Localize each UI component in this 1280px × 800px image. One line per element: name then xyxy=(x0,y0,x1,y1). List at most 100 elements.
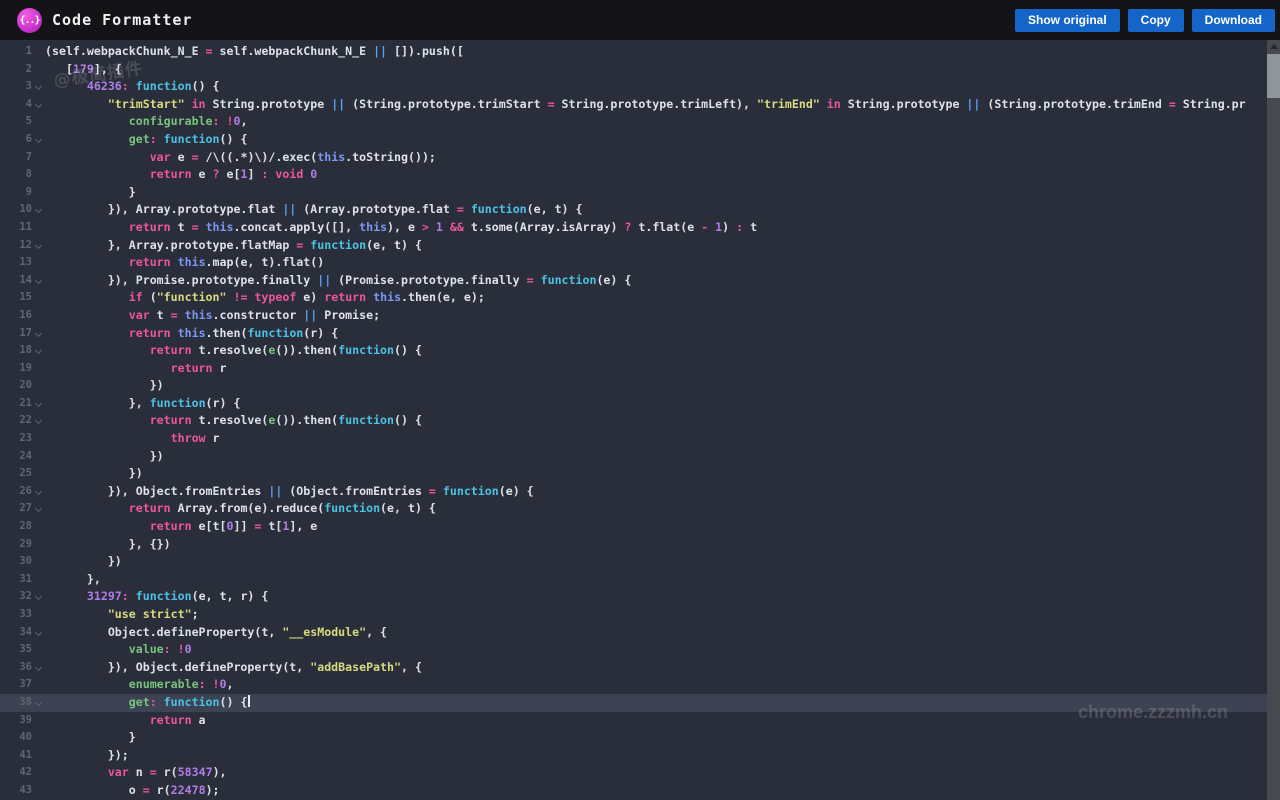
code-line: 5configurable: !0, xyxy=(0,113,1267,131)
fold-slot xyxy=(32,166,45,184)
code-text: }), Array.prototype.flat || (Array.proto… xyxy=(45,201,1267,219)
copy-button[interactable]: Copy xyxy=(1128,9,1184,32)
code-text: var t = this.constructor || Promise; xyxy=(45,307,1267,325)
scrollbar-thumb[interactable] xyxy=(1267,54,1280,98)
code-line: 16 var t = this.constructor || Promise; xyxy=(0,307,1267,325)
fold-chevron-icon[interactable] xyxy=(35,83,42,90)
show-original-button[interactable]: Show original xyxy=(1015,9,1120,32)
line-number: 1 xyxy=(0,43,32,61)
line-number: 15 xyxy=(0,289,32,307)
line-number: 9 xyxy=(0,184,32,202)
fold-slot xyxy=(32,430,45,448)
fold-slot xyxy=(32,325,45,343)
download-button[interactable]: Download xyxy=(1192,9,1275,32)
code-text: var e = /\((.*)\)/.exec(this.toString())… xyxy=(45,149,1267,167)
fold-slot xyxy=(32,571,45,589)
code-editor[interactable]: 1(self.webpackChunk_N_E = self.webpackCh… xyxy=(0,40,1267,800)
fold-slot xyxy=(32,307,45,325)
fold-slot xyxy=(32,184,45,202)
line-number: 2 xyxy=(0,61,32,79)
fold-slot xyxy=(32,747,45,765)
fold-chevron-icon[interactable] xyxy=(35,101,42,108)
fold-chevron-icon[interactable] xyxy=(35,593,42,600)
line-number: 10 xyxy=(0,201,32,219)
line-number: 3 xyxy=(0,78,32,96)
fold-chevron-icon[interactable] xyxy=(35,699,42,706)
line-number: 8 xyxy=(0,166,32,184)
code-text: return t.resolve(e()).then(function() { xyxy=(45,412,1267,430)
scrollbar[interactable] xyxy=(1267,40,1280,800)
code-text: o = r(22478); xyxy=(45,782,1267,800)
fold-chevron-icon[interactable] xyxy=(35,277,42,284)
code-line: 24}) xyxy=(0,448,1267,466)
fold-chevron-icon[interactable] xyxy=(35,629,42,636)
fold-chevron-icon[interactable] xyxy=(35,136,42,143)
fold-chevron-icon[interactable] xyxy=(35,206,42,213)
fold-slot xyxy=(32,712,45,730)
fold-chevron-icon[interactable] xyxy=(35,329,42,336)
line-number: 7 xyxy=(0,149,32,167)
code-line: 23throw r xyxy=(0,430,1267,448)
code-line: 12}, Array.prototype.flatMap = function(… xyxy=(0,237,1267,255)
code-text: } xyxy=(45,184,1267,202)
fold-chevron-icon[interactable] xyxy=(35,488,42,495)
line-number: 30 xyxy=(0,553,32,571)
code-line: 33"use strict"; xyxy=(0,606,1267,624)
line-number: 39 xyxy=(0,712,32,730)
code-text: throw r xyxy=(45,430,1267,448)
line-number: 11 xyxy=(0,219,32,237)
line-number: 24 xyxy=(0,448,32,466)
fold-slot xyxy=(32,694,45,712)
line-number: 27 xyxy=(0,500,32,518)
code-text: get: function() { xyxy=(45,131,1267,149)
fold-slot xyxy=(32,518,45,536)
code-line: 35 value: !0 xyxy=(0,641,1267,659)
code-text: value: !0 xyxy=(45,641,1267,659)
code-text: }) xyxy=(45,465,1267,483)
fold-slot xyxy=(32,149,45,167)
fold-chevron-icon[interactable] xyxy=(35,417,42,424)
code-line: 25}) xyxy=(0,465,1267,483)
cursor-caret xyxy=(248,695,250,707)
code-text: [179], { xyxy=(45,61,1267,79)
line-number: 35 xyxy=(0,641,32,659)
fold-slot xyxy=(32,395,45,413)
line-number: 18 xyxy=(0,342,32,360)
fold-slot xyxy=(32,61,45,79)
fold-chevron-icon[interactable] xyxy=(35,505,42,512)
fold-chevron-icon[interactable] xyxy=(35,664,42,671)
line-number: 6 xyxy=(0,131,32,149)
code-line: 15 if ("function" != typeof e) return thi… xyxy=(0,289,1267,307)
code-line: 18 return t.resolve(e()).then(function() … xyxy=(0,342,1267,360)
code-line: 38get: function() { xyxy=(0,694,1267,712)
line-number: 37 xyxy=(0,676,32,694)
code-text: }) xyxy=(45,448,1267,466)
fold-chevron-icon[interactable] xyxy=(35,400,42,407)
code-line: 19return r xyxy=(0,360,1267,378)
code-text: if ("function" != typeof e) return this.… xyxy=(45,289,1267,307)
fold-slot xyxy=(32,342,45,360)
code-text: }, xyxy=(45,571,1267,589)
line-number: 22 xyxy=(0,412,32,430)
code-text: }, Array.prototype.flatMap = function(e,… xyxy=(45,237,1267,255)
code-text: }), Object.fromEntries || (Object.fromEn… xyxy=(45,483,1267,501)
line-number: 21 xyxy=(0,395,32,413)
fold-slot xyxy=(32,483,45,501)
fold-slot xyxy=(32,588,45,606)
code-text: return this.map(e, t).flat() xyxy=(45,254,1267,272)
header: {..} Code Formatter Show original Copy D… xyxy=(0,0,1280,40)
fold-chevron-icon[interactable] xyxy=(35,241,42,248)
fold-chevron-icon[interactable] xyxy=(35,347,42,354)
code-text: }), Promise.prototype.finally || (Promis… xyxy=(45,272,1267,290)
code-text: }) xyxy=(45,377,1267,395)
code-line: 14}), Promise.prototype.finally || (Prom… xyxy=(0,272,1267,290)
scroll-up-button[interactable] xyxy=(1267,40,1280,53)
code-line: 34Object.defineProperty(t, "__esModule",… xyxy=(0,624,1267,642)
fold-slot xyxy=(32,113,45,131)
line-number: 16 xyxy=(0,307,32,325)
code-text: return t.resolve(e()).then(function() { xyxy=(45,342,1267,360)
code-text: 46236: function() { xyxy=(45,78,1267,96)
code-line: 4"trimStart" in String.prototype || (Str… xyxy=(0,96,1267,114)
code-text: }, {}) xyxy=(45,536,1267,554)
fold-slot xyxy=(32,606,45,624)
